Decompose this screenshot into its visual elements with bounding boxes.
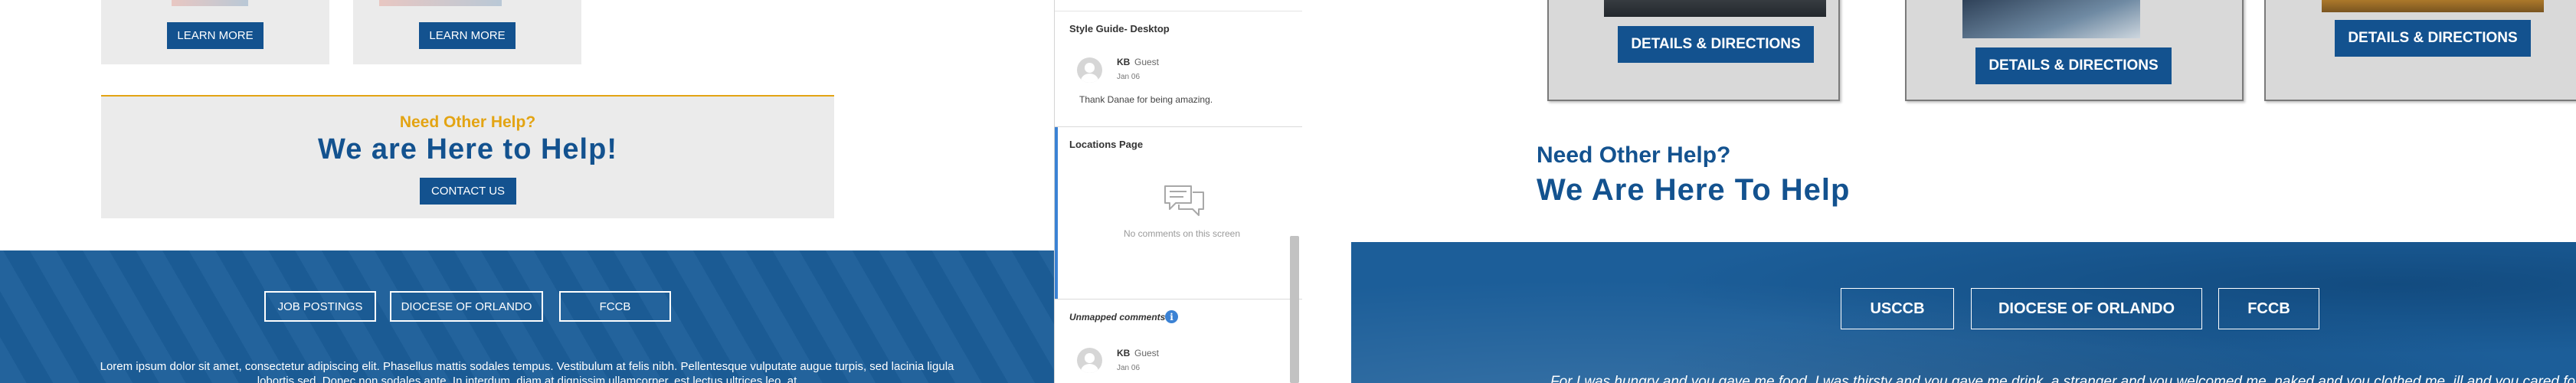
help-title: We Are Here To Help [1537, 173, 1851, 207]
help-title: We are Here to Help! [318, 133, 617, 165]
right-footer: USCCB DIOCESE OF ORLANDO FCCB For I was … [1351, 242, 2576, 383]
card-1-image [172, 0, 248, 6]
learn-more-button-1[interactable]: LEARN MORE [167, 22, 263, 49]
card-2-image [379, 0, 502, 6]
card-1: LEARN MORE [101, 0, 329, 64]
details-directions-button-1[interactable]: DETAILS & DIRECTIONS [1618, 26, 1814, 63]
scrollbar-thumb[interactable] [1290, 236, 1299, 383]
help-section: Need Other Help? We are Here to Help! CO… [101, 95, 834, 218]
left-footer: JOB POSTINGS DIOCESE OF ORLANDO FCCB Lor… [0, 250, 1054, 383]
comment-role: Guest [1134, 57, 1160, 67]
help-kicker: Need Other Help? [1537, 142, 1731, 168]
footer-text-line-1: Lorem ipsum dolor sit amet, consectetur … [100, 360, 954, 373]
section-title-style-guide: Style Guide- Desktop [1069, 23, 1170, 34]
right-design-page: DETAILS & DIRECTIONS DETAILS & DIRECTION… [1302, 0, 2576, 383]
footer-link-fccb[interactable]: FCCB [2218, 288, 2319, 329]
location-photo-3 [2322, 0, 2544, 12]
location-photo-1 [1604, 0, 1826, 17]
footer-background-image [1351, 242, 2576, 383]
footer-link-fccb[interactable]: FCCB [559, 291, 671, 322]
unmapped-title: Unmapped comments [1069, 312, 1166, 322]
section-unmapped: Unmapped comments i KB Guest Jan 06 [1055, 300, 1302, 383]
footer-link-job-postings[interactable]: JOB POSTINGS [264, 291, 376, 322]
section-style-guide[interactable]: Style Guide- Desktop KB Guest Jan 06 Tha… [1055, 11, 1302, 126]
footer-link-diocese[interactable]: DIOCESE OF ORLANDO [1971, 288, 2202, 329]
footer-text-line-2: lobortis sed. Donec non sodales ante. In… [257, 375, 797, 383]
no-comments-text: No comments on this screen [1123, 228, 1241, 239]
left-design-page: LEARN MORE LEARN MORE Need Other Help? W… [0, 0, 1054, 383]
footer-quote: For I was hungry and you gave me food, I… [1550, 374, 2576, 383]
speech-bubbles-icon [1164, 185, 1204, 216]
comment-role: Guest [1134, 348, 1160, 358]
help-kicker: Need Other Help? [399, 113, 536, 131]
location-card-2: DETAILS & DIRECTIONS [1905, 0, 2244, 101]
gutter [1302, 0, 1351, 383]
location-card-3: DETAILS & DIRECTIONS [2264, 0, 2576, 101]
comment-text: Thank Danae for being amazing. [1079, 94, 1213, 105]
details-directions-button-3[interactable]: DETAILS & DIRECTIONS [2335, 20, 2531, 57]
avatar [1077, 57, 1102, 83]
comments-panel: Style Guide- Desktop KB Guest Jan 06 Tha… [1054, 0, 1302, 383]
footer-link-diocese[interactable]: DIOCESE OF ORLANDO [390, 291, 543, 322]
card-2: LEARN MORE [353, 0, 581, 64]
learn-more-button-2[interactable]: LEARN MORE [419, 22, 516, 49]
comment-date: Jan 06 [1117, 364, 1141, 372]
comment-author: KB [1117, 348, 1131, 358]
contact-us-button[interactable]: CONTACT US [420, 178, 516, 205]
location-card-1: DETAILS & DIRECTIONS [1547, 0, 1840, 101]
location-photo-2 [1962, 0, 2140, 38]
section-locations-page[interactable]: Locations Page No comments on this scree… [1055, 127, 1302, 299]
avatar [1077, 348, 1102, 373]
section-title-locations: Locations Page [1069, 139, 1144, 150]
footer-link-usccb[interactable]: USCCB [1841, 288, 1954, 329]
info-icon[interactable]: i [1165, 310, 1178, 323]
details-directions-button-2[interactable]: DETAILS & DIRECTIONS [1975, 47, 2172, 84]
comment-author: KB [1117, 57, 1131, 67]
comment-date: Jan 06 [1117, 73, 1141, 81]
